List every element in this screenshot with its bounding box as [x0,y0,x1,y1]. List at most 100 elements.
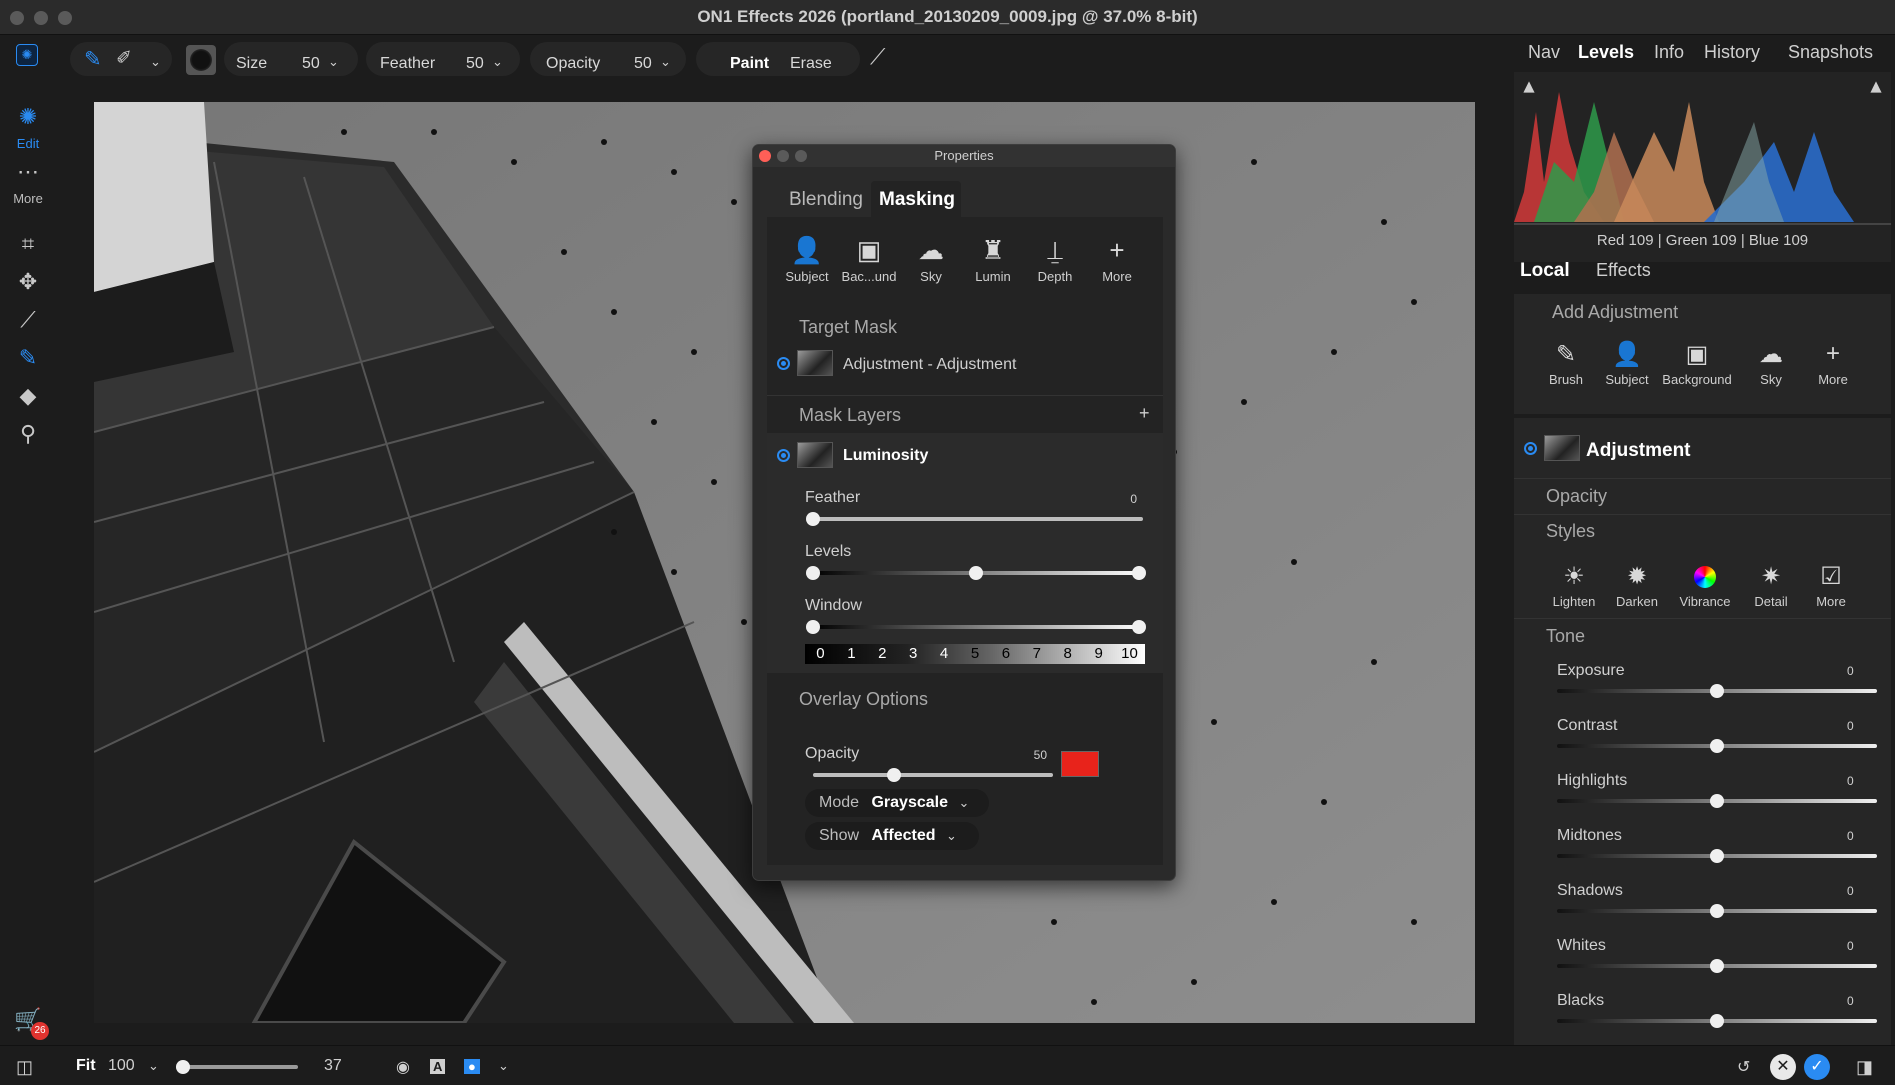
mode-dropdown[interactable]: Mode Grayscale ⌄ [805,789,989,817]
mask-more-button[interactable]: + More [1087,235,1147,284]
edit-icon[interactable]: ✺ [12,104,44,130]
tab-snapshots[interactable]: Snapshots [1788,42,1873,63]
chevron-down-icon[interactable]: ⌄ [660,54,671,70]
zoom-slider[interactable] [176,1065,298,1069]
zoom-slider-knob[interactable] [176,1060,190,1074]
chevron-down-icon[interactable]: ⌄ [150,54,161,70]
fit-button[interactable]: Fit [76,1057,96,1075]
retouch-icon[interactable]: ⟋ [12,307,44,333]
cancel-button[interactable]: ✕ [1770,1054,1796,1080]
tone-slider-knob[interactable] [1710,739,1724,753]
zone-number[interactable]: 5 [960,644,991,664]
properties-title[interactable]: Properties [753,145,1175,167]
tab-info[interactable]: Info [1654,42,1684,63]
zone-number[interactable]: 9 [1083,644,1114,664]
tab-masking[interactable]: Masking [879,189,955,211]
target-mask-thumbnail[interactable] [797,350,833,376]
mask-view-icon[interactable]: ● [464,1059,480,1074]
layer-name[interactable]: Luminosity [843,447,928,465]
toggle-left-panel-icon[interactable]: ◫ [16,1057,33,1078]
feather-control[interactable]: Feather 50 ⌄ [366,42,520,76]
chevron-down-icon[interactable]: ⌄ [492,54,503,70]
erase-mode[interactable]: Erase [790,55,832,73]
tab-nav[interactable]: Nav [1528,42,1560,63]
brush-picker[interactable]: ✎ ✐ ⌄ [70,42,172,76]
opacity-value[interactable]: 50 [634,55,652,73]
chevron-down-icon[interactable]: ⌄ [498,1058,509,1074]
opacity-control[interactable]: Opacity 50 ⌄ [530,42,686,76]
close-panel-button[interactable] [759,150,771,162]
toggle-right-panel-icon[interactable]: ◨ [1856,1057,1873,1078]
levels-black-knob[interactable] [806,566,820,580]
target-mask-radio[interactable] [777,357,790,370]
mask-background-button[interactable]: ▣ Bac...und [839,235,899,284]
overlay-color-swatch[interactable] [1061,751,1099,777]
overlay-opacity-slider[interactable] [813,773,1053,777]
adjustment-thumbnail[interactable] [1544,435,1580,461]
zone-number[interactable]: 1 [836,644,867,664]
preview-eye-icon[interactable]: ◉ [396,1057,410,1077]
zone-number[interactable]: 7 [1021,644,1052,664]
opacity-label[interactable]: Opacity [1546,486,1607,507]
zone-number[interactable]: 3 [898,644,929,664]
compare-icon[interactable]: A [430,1059,446,1074]
paint-mode[interactable]: Paint [730,55,769,73]
levels-mid-knob[interactable] [969,566,983,580]
eraser-icon[interactable]: ◆ [12,383,44,409]
zone-number[interactable]: 10 [1114,644,1145,664]
feather-slider[interactable] [813,517,1143,521]
tab-local[interactable]: Local [1520,260,1570,282]
tab-levels[interactable]: Levels [1578,42,1634,63]
style-darken[interactable]: ✹ Darken [1602,562,1672,609]
magic-wand-icon[interactable]: ⟋ [870,44,885,70]
zone-number[interactable]: 6 [990,644,1021,664]
layer-thumbnail[interactable] [797,442,833,468]
tone-slider-knob[interactable] [1710,1014,1724,1028]
tone-slider-knob[interactable] [1710,794,1724,808]
perfect-brush-icon[interactable]: ✐ [116,47,132,70]
target-mask-name[interactable]: Adjustment - Adjustment [843,356,1016,374]
style-more[interactable]: ☑ More [1796,562,1866,609]
zoom-value[interactable]: 100 [108,1057,135,1075]
overlay-opacity-knob[interactable] [887,768,901,782]
tone-slider-knob[interactable] [1710,904,1724,918]
tone-slider-knob[interactable] [1710,849,1724,863]
size-control[interactable]: Size 50 ⌄ [224,42,358,76]
style-lighten[interactable]: ☀ Lighten [1539,562,1609,609]
adjustment-title[interactable]: Adjustment [1586,440,1691,462]
size-value[interactable]: 50 [302,55,320,73]
zone-scale[interactable]: 0 1 2 3 4 5 6 7 8 9 10 [805,644,1145,664]
crop-icon[interactable]: ⌗ [12,231,44,257]
window-slider[interactable] [813,625,1143,629]
add-sky-button[interactable]: ☁ Sky [1736,340,1806,387]
show-dropdown[interactable]: Show Affected ⌄ [805,822,979,850]
masking-brush-icon[interactable]: ✎ [12,345,44,371]
add-background-button[interactable]: ▣ Background [1662,340,1732,387]
reset-icon[interactable]: ↺ [1737,1057,1750,1077]
levels-white-knob[interactable] [1132,566,1146,580]
zone-number[interactable]: 2 [867,644,898,664]
layer-radio[interactable] [777,449,790,462]
add-mask-layer-icon[interactable]: + [1139,403,1150,424]
feather-slider-knob[interactable] [806,512,820,526]
more-icon[interactable]: ⋯ [12,159,44,185]
chevron-down-icon[interactable]: ⌄ [148,1058,159,1074]
feather-value[interactable]: 50 [466,55,484,73]
tone-slider-knob[interactable] [1710,959,1724,973]
tone-slider-knob[interactable] [1710,684,1724,698]
chevron-down-icon[interactable]: ⌄ [328,54,339,70]
window-min-knob[interactable] [806,620,820,634]
tab-history[interactable]: History [1704,42,1760,63]
paint-erase-toggle[interactable]: Paint Erase [696,42,860,76]
apply-button[interactable]: ✓ [1804,1054,1830,1080]
style-vibrance[interactable]: Vibrance [1670,562,1740,609]
add-brush-button[interactable]: ✎ Brush [1531,340,1601,387]
mask-sky-button[interactable]: ☁ Sky [901,235,961,284]
adjustment-radio[interactable] [1524,442,1537,455]
tab-blending[interactable]: Blending [789,189,863,211]
zoom-panel-button[interactable] [795,150,807,162]
more-label[interactable]: More [0,191,56,206]
add-subject-button[interactable]: 👤 Subject [1592,340,1662,387]
tab-effects[interactable]: Effects [1596,260,1651,281]
minimize-panel-button[interactable] [777,150,789,162]
